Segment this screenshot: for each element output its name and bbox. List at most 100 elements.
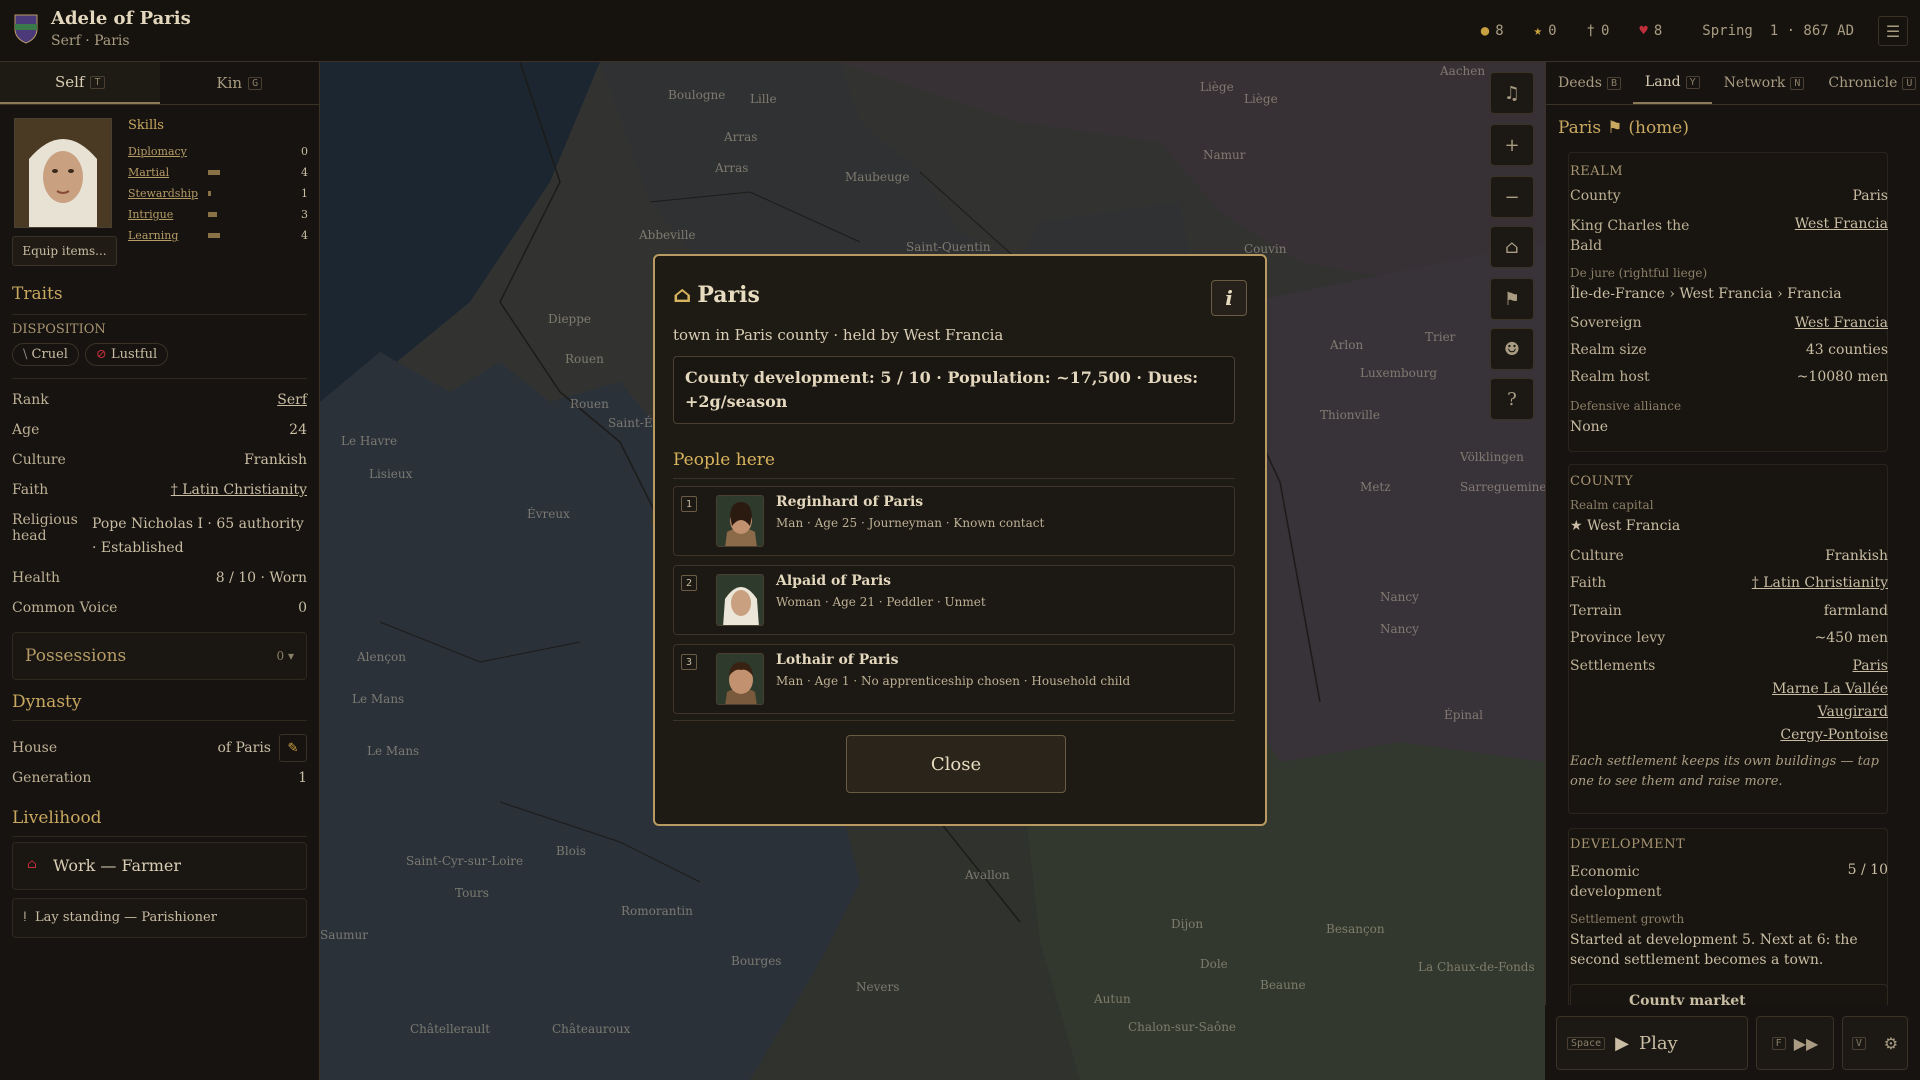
city-label[interactable]: Boulogne — [668, 88, 725, 102]
city-label[interactable]: Romorantin — [621, 904, 693, 918]
city-label[interactable]: Dijon — [1171, 917, 1203, 931]
city-label[interactable]: Abbeville — [639, 228, 696, 242]
settlement-dialog: ⌂ Paris i town in Paris county · held by … — [653, 254, 1267, 826]
city-label[interactable]: Nevers — [856, 980, 899, 994]
settlement-vaugirard-link[interactable]: Vaugirard — [1818, 704, 1888, 720]
city-label[interactable]: Arras — [724, 130, 757, 144]
city-label[interactable]: Rouen — [565, 352, 604, 366]
tab-land[interactable]: Land Y — [1632, 62, 1712, 104]
skill-diplomacy[interactable]: Diplomacy — [128, 145, 208, 158]
city-label[interactable]: Avallon — [965, 868, 1010, 882]
map-mode-button[interactable]: ⚑ — [1490, 278, 1534, 320]
menu-button[interactable]: ☰ — [1878, 16, 1908, 46]
city-label[interactable]: Trier — [1425, 330, 1455, 344]
city-label[interactable]: Arras — [715, 161, 748, 175]
city-label[interactable]: Liège — [1200, 80, 1234, 94]
work-box[interactable]: ⌂ Work — Farmer — [12, 842, 307, 890]
people-button[interactable]: ☻ — [1490, 328, 1534, 370]
city-label[interactable]: Aachen — [1440, 64, 1485, 78]
city-label[interactable]: Bourges — [731, 954, 781, 968]
skill-stewardship[interactable]: Stewardship — [128, 187, 208, 200]
settlement-cergy-link[interactable]: Cergy-Pontoise — [1780, 727, 1888, 743]
city-label[interactable]: Dieppe — [548, 312, 591, 326]
faith-link[interactable]: † Latin Christianity — [171, 482, 307, 498]
city-label[interactable]: Thionville — [1320, 408, 1380, 422]
city-label[interactable]: Tours — [455, 886, 489, 900]
city-label[interactable]: Arlon — [1330, 338, 1363, 352]
city-label[interactable]: Lille — [750, 92, 777, 106]
city-label[interactable]: Châtellerault — [410, 1022, 490, 1036]
city-label[interactable]: Luxembourg — [1360, 366, 1437, 380]
city-label[interactable]: Sarreguemines — [1460, 480, 1545, 494]
person-row-reginhard[interactable]: 1 Reginhard of Paris Man · Age 25 · Jour… — [673, 486, 1235, 556]
sovereign-link[interactable]: West Francia — [1795, 315, 1888, 331]
view-key-button[interactable]: V — [1851, 1036, 1866, 1050]
city-label[interactable]: Nancy — [1380, 622, 1419, 636]
city-label[interactable]: Autun — [1094, 992, 1131, 1006]
skill-learning[interactable]: Learning — [128, 229, 208, 242]
city-label[interactable]: Le Mans — [367, 744, 419, 758]
gear-icon[interactable]: ⚙ — [1884, 1034, 1898, 1053]
play-button[interactable]: Space ▶ Play — [1556, 1016, 1748, 1070]
city-label[interactable]: Saint-Cyr-sur-Loire — [406, 854, 523, 868]
close-button[interactable]: Close — [846, 735, 1066, 793]
city-label[interactable]: Le Havre — [341, 434, 397, 448]
fast-forward-button[interactable]: F ▶▶ — [1756, 1016, 1834, 1070]
city-label[interactable]: Épinal — [1444, 708, 1483, 722]
help-button[interactable]: ? — [1490, 378, 1534, 420]
settlement-marne-link[interactable]: Marne La Vallée — [1772, 681, 1888, 697]
city-label[interactable]: Saumur — [320, 928, 368, 942]
city-label[interactable]: La Chaux-de-Fonds — [1418, 960, 1535, 974]
city-label[interactable]: Dole — [1200, 957, 1228, 971]
equip-items-button[interactable]: Equip items... — [12, 236, 117, 266]
city-label[interactable]: Liège — [1244, 92, 1278, 106]
city-label[interactable]: Alençon — [357, 650, 406, 664]
settlement-paris-link[interactable]: Paris — [1853, 658, 1889, 674]
city-label[interactable]: Le Mans — [352, 692, 404, 706]
county-faith-link[interactable]: † Latin Christianity — [1752, 575, 1888, 591]
dialog-subtitle: town in Paris county · held by West Fran… — [673, 326, 1004, 344]
city-label[interactable]: Metz — [1360, 480, 1391, 494]
city-label[interactable]: Blois — [556, 844, 586, 858]
city-label[interactable]: Beaune — [1260, 978, 1306, 992]
tab-deeds[interactable]: Deeds B — [1546, 62, 1633, 104]
edit-house-button[interactable]: ✎ — [279, 734, 307, 762]
standing-box[interactable]: ǃ Lay standing — Parishioner — [12, 898, 307, 938]
music-button[interactable]: ♫ — [1490, 72, 1534, 114]
tab-chronicle[interactable]: Chronicle U — [1816, 62, 1920, 104]
help-icon: ? — [1507, 388, 1517, 410]
city-label[interactable]: Maubeuge — [845, 170, 909, 184]
possessions-box[interactable]: Possessions 0 ▾ — [12, 632, 307, 680]
city-label[interactable]: Rouen — [570, 397, 609, 411]
skill-bar — [208, 212, 286, 217]
skill-martial[interactable]: Martial — [128, 166, 208, 179]
city-label[interactable]: Besançon — [1326, 922, 1385, 936]
person-row-alpaid[interactable]: 2 Alpaid of Paris Woman · Age 21 · Peddl… — [673, 565, 1235, 635]
info-button[interactable]: i — [1211, 280, 1247, 316]
zoom-out-button[interactable]: − — [1490, 176, 1534, 218]
skill-intrigue[interactable]: Intrigue — [128, 208, 208, 221]
tab-kin[interactable]: Kin G — [160, 62, 320, 104]
trait-lustful[interactable]: ⊘ Lustful — [84, 343, 169, 366]
city-label[interactable]: Namur — [1203, 148, 1246, 162]
city-label[interactable]: Évreux — [527, 507, 570, 521]
dynasty-title: Dynasty — [12, 692, 82, 712]
city-label[interactable]: Saint-Quentin — [906, 240, 991, 254]
tab-network[interactable]: Network N — [1712, 62, 1817, 104]
character-portrait[interactable] — [14, 118, 112, 228]
trait-cruel[interactable]: \ Cruel — [12, 343, 79, 366]
city-label[interactable]: Chalon-sur-Saône — [1128, 1020, 1236, 1034]
person-row-lothair[interactable]: 3 Lothair of Paris Man · Age 1 · No appr… — [673, 644, 1235, 714]
zoom-in-button[interactable]: + — [1490, 124, 1534, 166]
rank-link[interactable]: Serf — [277, 392, 307, 408]
city-label[interactable]: Völklingen — [1460, 450, 1524, 464]
home-view-button[interactable]: ⌂ — [1490, 226, 1534, 268]
star-icon: ★ — [1533, 23, 1543, 39]
tab-self[interactable]: Self T — [0, 62, 160, 104]
city-label[interactable]: Lisieux — [369, 467, 412, 481]
city-label[interactable]: Nancy — [1380, 590, 1419, 604]
city-label[interactable]: Châteauroux — [552, 1022, 630, 1036]
liege-link[interactable]: West Francia — [1795, 216, 1888, 256]
home-icon: ⌂ — [1505, 236, 1519, 258]
faith-row: Faith † Latin Christianity — [12, 482, 307, 498]
